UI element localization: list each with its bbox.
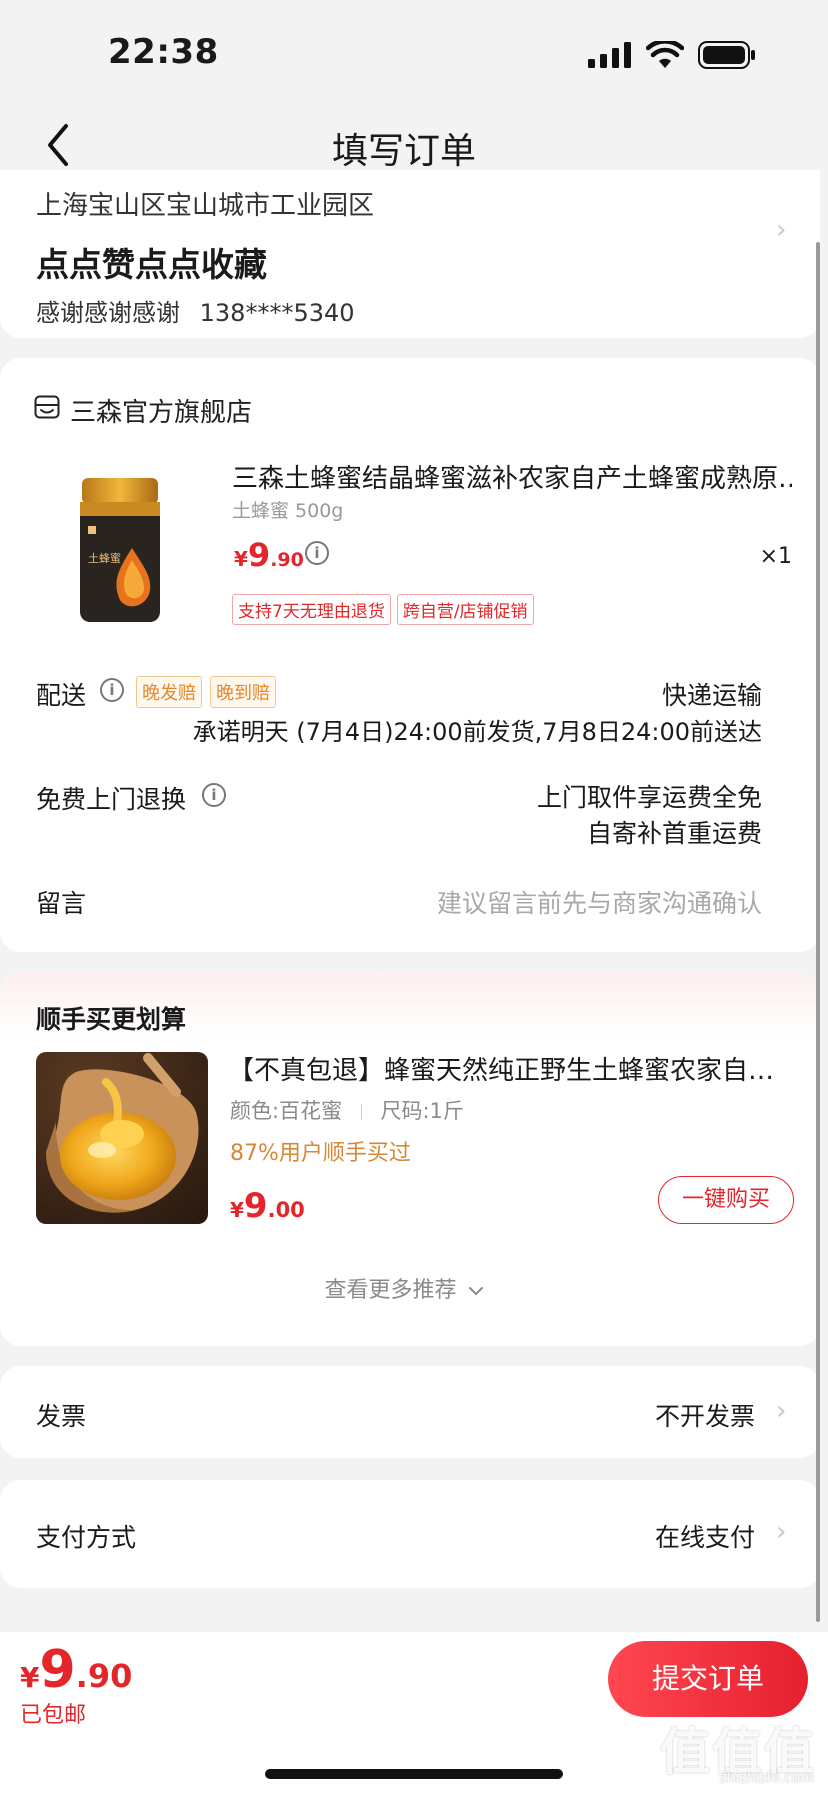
message-input[interactable]: 建议留言前先与商家沟通确认 [437,884,762,920]
payment-label: 支付方式 [36,1523,137,1552]
return-policy-tag: 支持7天无理由退货 [232,594,391,625]
late-ship-tag: 晚发赔 [136,676,202,708]
recommend-image[interactable] [36,1052,208,1224]
returns-info-icon[interactable]: i [202,783,226,807]
late-arrival-tag: 晚到赔 [210,676,276,708]
address-chevron-icon: › [776,215,787,245]
battery-icon [698,41,755,69]
delivery-promise: 承诺明天 (7月4日)24:00前发货,7月8日24:00前送达 [192,718,762,746]
price-info-icon[interactable]: i [305,541,329,565]
payment-chevron-icon: › [776,1517,787,1547]
payment-value: 在线支付 [654,1523,755,1552]
chevron-down-icon [468,1287,483,1296]
recommend-product-name[interactable]: 【不真包退】蜂蜜天然纯正野生土蜂蜜农家自… [228,1050,788,1087]
see-more-recommendations[interactable]: 查看更多推荐 [0,1272,808,1304]
shop-name[interactable]: 三森官方旗舰店 [70,392,252,429]
recommend-buyers-stat: 87%用户顺手买过 [230,1141,411,1166]
page-title: 填写订单 [331,131,476,172]
status-icons [588,40,756,70]
product-quantity: ×1 [759,544,792,569]
delivery-label: 配送 [36,681,87,710]
delivery-tags: 晚发赔 晚到赔 [136,676,276,708]
recipient-name: 点点赞点点收藏 [36,245,267,284]
price-decimal: .90 [270,549,304,571]
recipient-contact: 感谢感谢感谢 138****5340 [36,293,355,328]
message-label: 留言 [36,889,87,918]
product-title[interactable]: 三森土蜂蜜结晶蜂蜜滋补农家自产土蜂蜜成熟原… [232,458,792,495]
returns-pickup: 上门取件享运费全免 [536,783,762,812]
recommend-color: 颜色:百花蜜 [230,1099,343,1123]
invoice-value: 不开发票 [654,1402,755,1431]
cellular-signal-icon [588,42,631,68]
product-image[interactable]: 土蜂蜜 [78,478,162,624]
promotion-tag: 跨自营/店铺促销 [396,594,534,625]
returns-label: 免费上门退换 [36,785,187,814]
status-time: 22:38 [108,32,219,72]
order-card [0,358,820,952]
returns-self-send: 自寄补首重运费 [586,819,762,848]
free-shipping-label: 已包邮 [20,1703,87,1728]
recommend-spec: 颜色:百花蜜 尺码:1斤 [230,1095,464,1125]
product-label-text: 土蜂蜜 [88,551,121,565]
submit-order-button[interactable]: 提交订单 [608,1641,808,1717]
product-price: ¥9.90 [234,536,304,574]
contact-name: 感谢感谢感谢 [36,299,180,327]
price-integer: 9 [39,1640,76,1700]
currency-symbol: ¥ [20,1661,40,1694]
invoice-label: 发票 [36,1402,87,1431]
address-line: 上海宝山区宝山城市工业园区 [36,191,375,221]
price-decimal: .90 [75,1657,133,1695]
currency-symbol: ¥ [230,1198,244,1222]
one-click-buy-button[interactable]: 一键购买 [658,1176,794,1224]
watermark-url: zhizhizhi.com [719,1770,814,1786]
scrollbar[interactable] [816,242,820,1622]
wifi-icon [646,41,684,68]
see-more-label: 查看更多推荐 [324,1278,457,1303]
recommend-size: 尺码:1斤 [380,1099,464,1123]
delivery-info-icon[interactable]: i [100,678,124,702]
recommend-title: 顺手买更划算 [36,1005,187,1034]
spec-divider [360,1104,362,1120]
product-tags: 支持7天无理由退货 跨自营/店铺促销 [232,594,534,625]
price-integer: 9 [243,1186,268,1226]
product-spec: 土蜂蜜 500g [232,500,344,522]
contact-phone: 138****5340 [199,299,355,327]
invoice-chevron-icon: › [776,1396,787,1426]
total-price: ¥9.90 [20,1640,132,1700]
shop-icon [34,395,60,419]
currency-symbol: ¥ [234,547,248,571]
recommend-price: ¥9.00 [230,1186,305,1226]
price-integer: 9 [247,536,271,574]
delivery-method[interactable]: 快递运输 [662,676,762,712]
price-decimal: .00 [267,1198,305,1222]
home-indicator[interactable] [265,1769,563,1779]
